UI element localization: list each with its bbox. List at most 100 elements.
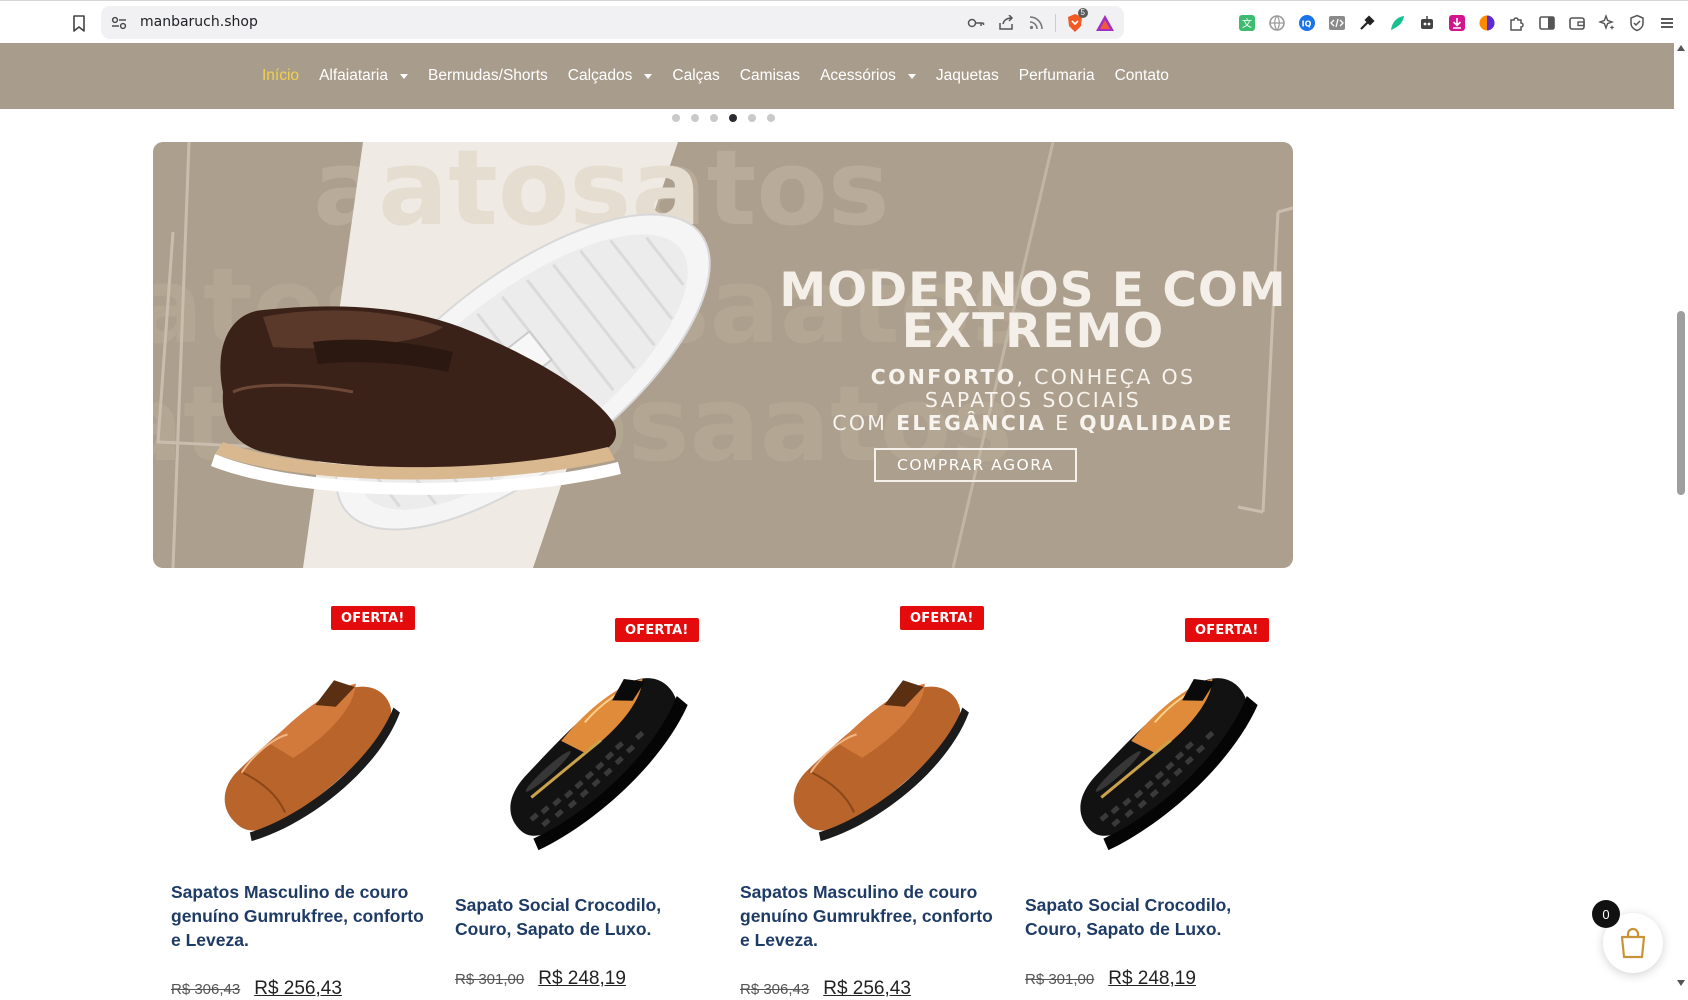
- nav-item-2[interactable]: Bermudas/Shorts: [428, 67, 548, 85]
- nav-item-7[interactable]: Jaquetas: [936, 67, 999, 85]
- product-prices: R$ 301,00 R$ 248,19: [455, 968, 626, 990]
- nav-item-4[interactable]: Calças: [672, 67, 719, 85]
- hero-title: MODERNOS E COM EXTREMO: [713, 267, 1293, 355]
- code-extension-icon[interactable]: [1325, 11, 1349, 35]
- nav-item-label: Alfaiataria: [319, 67, 388, 84]
- product-image[interactable]: [485, 648, 695, 863]
- page-scrollbar[interactable]: [1674, 43, 1688, 993]
- download-extension-icon[interactable]: [1445, 11, 1469, 35]
- wallet-icon[interactable]: [1565, 11, 1589, 35]
- circle-extension-icon[interactable]: [1475, 11, 1499, 35]
- globe-extension-icon[interactable]: [1265, 11, 1289, 35]
- product-title-link[interactable]: Sapato Social Crocodilo, Couro, Sapato d…: [1025, 893, 1285, 941]
- nav-item-0[interactable]: Início: [262, 67, 299, 85]
- eyedropper-extension-icon[interactable]: [1355, 11, 1379, 35]
- url-text[interactable]: manbaruch.shop: [140, 14, 258, 30]
- sale-badge: OFERTA!: [615, 618, 699, 642]
- slider-dot[interactable]: [672, 114, 680, 122]
- leaf-extension-icon[interactable]: [1385, 11, 1409, 35]
- product-image[interactable]: [770, 648, 980, 863]
- browser-toolbar: manbaruch.shop 5 文 IQ: [0, 0, 1688, 43]
- nav-item-1[interactable]: Alfaiataria: [319, 67, 408, 85]
- old-price: R$ 306,43: [171, 981, 241, 998]
- hero-sub-text1: , CONHEÇA OS: [1016, 365, 1196, 389]
- caret-down-icon[interactable]: [644, 74, 653, 79]
- hero-sub-text3a: COM: [832, 411, 897, 435]
- address-bar[interactable]: manbaruch.shop 5: [101, 6, 1124, 39]
- nav-item-label: Início: [262, 67, 300, 84]
- bookmark-icon[interactable]: [66, 11, 92, 35]
- robot-extension-icon[interactable]: [1415, 11, 1439, 35]
- slider-dot[interactable]: [729, 114, 737, 122]
- slider-dot[interactable]: [748, 114, 756, 122]
- sale-price: R$ 248,19: [1108, 968, 1196, 989]
- hero-text: MODERNOS E COM EXTREMO CONFORTO, CONHEÇA…: [713, 267, 1293, 435]
- old-price: R$ 306,43: [740, 981, 810, 998]
- product-title-link[interactable]: Sapato Social Crocodilo, Couro, Sapato d…: [455, 893, 715, 941]
- sale-badge: OFERTA!: [331, 606, 415, 630]
- hero-sub-bold-elegancia: ELEGÂNCIA: [896, 411, 1047, 435]
- nav-item-8[interactable]: Perfumaria: [1019, 67, 1095, 85]
- hero-sub-bold-qualidade: QUALIDADE: [1079, 411, 1234, 435]
- caret-down-icon[interactable]: [400, 74, 408, 79]
- nav-item-6[interactable]: Acessórios: [820, 67, 916, 85]
- scroll-up-arrow-icon[interactable]: [1677, 45, 1685, 51]
- sale-price: R$ 256,43: [254, 978, 342, 999]
- nav-item-label: Contato: [1114, 67, 1169, 84]
- nav-item-label: Calçados: [567, 67, 633, 84]
- scroll-thumb[interactable]: [1677, 311, 1685, 495]
- iq-extension-icon[interactable]: IQ: [1295, 11, 1319, 35]
- svg-text:IQ: IQ: [1302, 20, 1312, 29]
- nav-item-label: Acessórios: [820, 67, 896, 84]
- caret-down-icon[interactable]: [907, 74, 916, 79]
- site-settings-icon[interactable]: [110, 14, 128, 32]
- brave-rewards-icon[interactable]: [1094, 12, 1116, 34]
- shopping-bag-icon: [1620, 927, 1646, 959]
- hero-banner[interactable]: atosaatos atosaatosaatos atosaatosaatos …: [153, 142, 1293, 568]
- comprar-agora-button[interactable]: COMPRAR AGORA: [874, 448, 1077, 482]
- product-image[interactable]: [201, 648, 411, 863]
- share-icon[interactable]: [995, 12, 1017, 34]
- rss-icon[interactable]: [1025, 12, 1047, 34]
- slider-dot[interactable]: [710, 114, 718, 122]
- nav-item-label: Perfumaria: [1018, 67, 1095, 84]
- sale-price: R$ 248,19: [538, 968, 626, 989]
- old-price: R$ 301,00: [455, 971, 525, 988]
- menu-icon[interactable]: [1655, 11, 1679, 35]
- shields-count-badge: 5: [1077, 8, 1088, 18]
- product-prices: R$ 306,43 R$ 256,43: [740, 978, 911, 1000]
- vpn-shield-icon[interactable]: [1625, 11, 1649, 35]
- scroll-down-arrow-icon[interactable]: [1677, 980, 1685, 986]
- key-icon[interactable]: [965, 12, 987, 34]
- slider-pagination: [672, 114, 775, 122]
- puzzle-extensions-icon[interactable]: [1505, 11, 1529, 35]
- sidebar-icon[interactable]: [1535, 11, 1559, 35]
- nav-item-label: Camisas: [739, 67, 801, 84]
- nav-item-3[interactable]: Calçados: [568, 67, 653, 85]
- brave-shields-icon[interactable]: 5: [1064, 8, 1088, 34]
- product-title-link[interactable]: Sapatos Masculino de couro genuíno Gumru…: [740, 880, 1000, 952]
- divider: [1055, 14, 1056, 32]
- site-navigation: Início Alfaiataria Bermudas/Shorts Calçados…: [0, 43, 1674, 109]
- nav-item-label: Calças: [672, 67, 720, 84]
- hero-sub-bold-conforto: CONFORTO: [870, 365, 1017, 389]
- product-prices: R$ 306,43 R$ 256,43: [171, 978, 342, 1000]
- sale-price: R$ 256,43: [823, 978, 911, 999]
- hero-subtitle: CONFORTO, CONHEÇA OS SAPATOS SOCIAIS COM…: [713, 366, 1293, 435]
- product-title-link[interactable]: Sapatos Masculino de couro genuíno Gumru…: [171, 880, 431, 952]
- nav-item-9[interactable]: Contato: [1115, 67, 1169, 85]
- nav-item-label: Bermudas/Shorts: [428, 67, 548, 84]
- nav-item-5[interactable]: Camisas: [740, 67, 800, 85]
- svg-text:文: 文: [1242, 17, 1252, 30]
- leo-ai-icon[interactable]: [1595, 11, 1619, 35]
- product-image[interactable]: [1055, 648, 1265, 863]
- product-prices: R$ 301,00 R$ 248,19: [1025, 968, 1196, 990]
- cart-count-badge: 0: [1592, 900, 1620, 928]
- nav-item-label: Jaquetas: [935, 67, 999, 84]
- hero-sub-line2: SAPATOS SOCIAIS: [924, 388, 1142, 412]
- sale-badge: OFERTA!: [900, 606, 984, 630]
- sale-badge: OFERTA!: [1185, 618, 1269, 642]
- slider-dot[interactable]: [691, 114, 699, 122]
- translate-extension-icon[interactable]: 文: [1235, 11, 1259, 35]
- slider-dot[interactable]: [767, 114, 775, 122]
